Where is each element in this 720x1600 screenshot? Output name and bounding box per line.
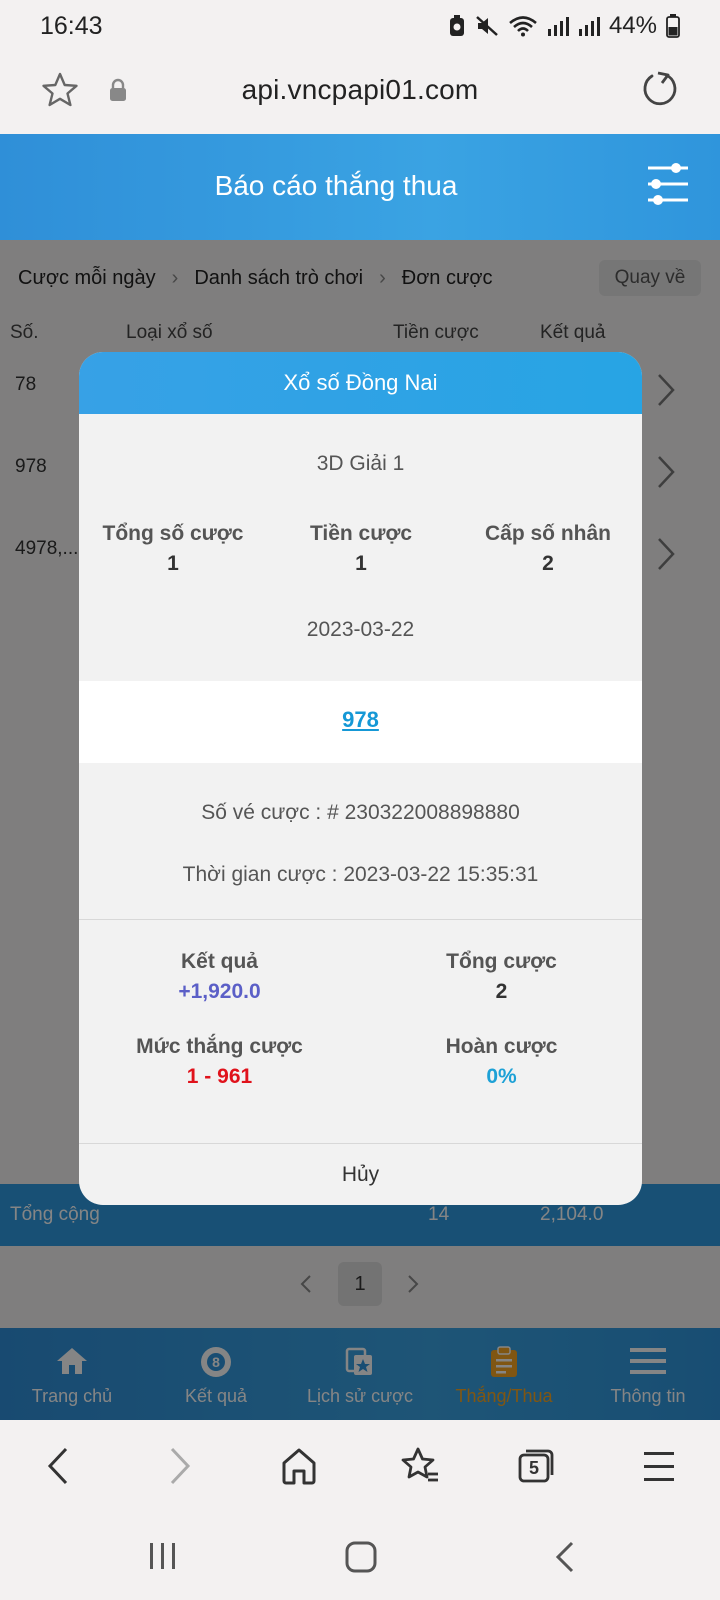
- result-value: +1,920.0: [178, 980, 261, 1003]
- mute-icon: [476, 16, 498, 36]
- bet-stats: Tổng số cược 1 Tiền cược 1 Cấp số nhân 2: [79, 522, 642, 592]
- browser-toolbar: 5: [0, 1420, 720, 1516]
- result-label: Kết quả: [180, 950, 258, 973]
- status-bar: 16:43 44%: [0, 0, 720, 52]
- stat-label: Tổng số cược: [102, 522, 244, 545]
- menu-icon[interactable]: [642, 1446, 676, 1486]
- back-icon[interactable]: [46, 1446, 70, 1486]
- stat-value: 1: [167, 552, 179, 575]
- page-title: Báo cáo thắng thua: [214, 170, 458, 201]
- stat-total-bets: Tổng số cược 1: [79, 522, 267, 576]
- status-time: 16:43: [40, 11, 103, 40]
- divider: [79, 919, 642, 920]
- total-bet-value: 2: [495, 980, 508, 1003]
- bet-number-link[interactable]: 978: [342, 707, 379, 733]
- home-icon[interactable]: [280, 1446, 318, 1486]
- cancel-button[interactable]: Hủy: [79, 1144, 642, 1205]
- stat-value: 2: [542, 552, 554, 575]
- filter-sliders-icon[interactable]: [646, 162, 690, 206]
- refund-label: Hoàn cược: [445, 1035, 558, 1058]
- home-button-icon[interactable]: [344, 1540, 378, 1574]
- win-level-label: Mức thắng cược: [136, 1035, 303, 1058]
- modal-title: Xổ số Đồng Nai: [79, 352, 642, 414]
- result-grid: Kết quả +1,920.0 Tổng cược 2 Mức thắng c…: [79, 950, 642, 1130]
- result-cell: Kết quả +1,920.0: [79, 950, 360, 1004]
- total-bet-label: Tổng cược: [446, 950, 557, 973]
- stat-label: Tiền cược: [309, 522, 413, 545]
- refund-cell: Hoàn cược 0%: [361, 1035, 642, 1089]
- win-level-cell: Mức thắng cược 1 - 961: [79, 1035, 360, 1089]
- forward-icon[interactable]: [168, 1446, 192, 1486]
- bet-date: 2023-03-22: [306, 618, 415, 641]
- stat-multiplier: Cấp số nhân 2: [454, 522, 642, 576]
- bet-detail-modal: Xổ số Đồng Nai 3D Giải 1 Tổng số cược 1 …: [79, 352, 642, 1205]
- win-level-value: 1 - 961: [186, 1065, 253, 1088]
- total-bet-cell: Tổng cược 2: [361, 950, 642, 1004]
- bookmarks-icon[interactable]: [400, 1446, 440, 1486]
- recent-apps-icon[interactable]: [146, 1540, 180, 1572]
- battery-saver-icon: [449, 15, 464, 36]
- stat-bet-amount: Tiền cược 1: [267, 522, 455, 576]
- bet-time: Thời gian cược : 2023-03-22 15:35:31: [182, 863, 539, 886]
- system-nav-bar: [0, 1516, 720, 1600]
- status-icons: 44%: [448, 12, 680, 40]
- reload-icon[interactable]: [640, 69, 680, 109]
- battery-percent: 44%: [608, 12, 657, 39]
- bet-type: 3D Giải 1: [316, 452, 405, 475]
- tabs-count: 5: [528, 1458, 539, 1478]
- battery-icon: [666, 14, 680, 38]
- stat-value: 1: [355, 552, 367, 575]
- app-header: Báo cáo thắng thua: [0, 134, 720, 240]
- signal-icon: [547, 17, 569, 36]
- tabs-button[interactable]: 5: [516, 1446, 556, 1486]
- wifi-icon: [509, 16, 537, 37]
- signal-icon-2: [578, 17, 600, 36]
- bet-number-section: 978: [79, 681, 642, 763]
- url-text[interactable]: api.vncpapi01.com: [0, 74, 720, 106]
- browser-url-bar: api.vncpapi01.com: [0, 52, 720, 134]
- back-button-icon[interactable]: [554, 1540, 576, 1574]
- ticket-number: Số vé cược : # 230322008898880: [201, 801, 520, 824]
- refund-value: 0%: [486, 1065, 517, 1088]
- stat-label: Cấp số nhân: [484, 522, 611, 545]
